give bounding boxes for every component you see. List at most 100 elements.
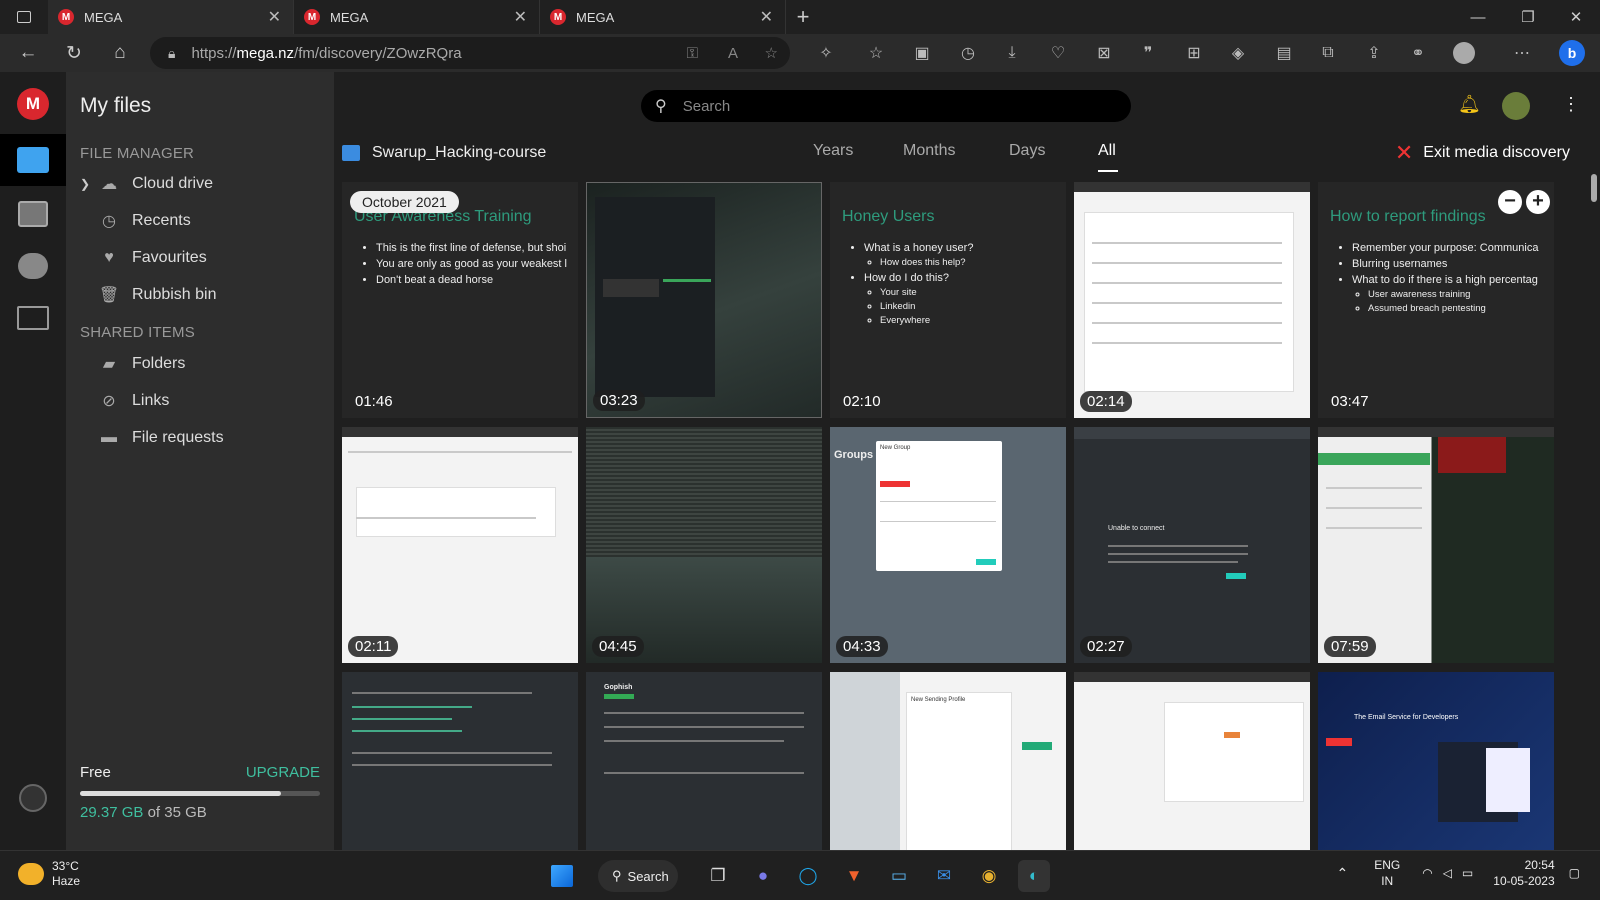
mail-icon[interactable]: ✉ [928,860,960,892]
teams-chat-icon[interactable]: ● [747,860,779,892]
close-tab-icon[interactable]: ✕ [514,7,527,27]
chevron-right-icon[interactable]: ❯ [80,177,90,191]
downloads-icon[interactable]: ⤓ [992,34,1032,72]
zoom-out-button[interactable]: − [1498,190,1522,214]
taskbar-search[interactable]: ⚲ Search [598,860,678,892]
profile-avatar[interactable] [1444,34,1484,72]
clock[interactable]: 20:54 10-05-2023 [1493,857,1554,889]
sidebar-item-folders[interactable]: ▰ Folders [98,350,186,378]
weather-widget[interactable]: 33°C Haze [18,859,80,889]
media-tile[interactable] [1074,672,1310,850]
tab-all[interactable]: All [1098,142,1116,160]
workspace-icon[interactable]: ⚭ [1398,34,1438,72]
account-button[interactable] [0,772,66,824]
tab-days[interactable]: Days [1009,142,1045,160]
apps-icon[interactable]: ⊞ [1174,34,1214,72]
media-tile[interactable]: Groups New Group 04:33 [830,427,1066,663]
browser-tab-1[interactable]: M MEGA ✕ [48,0,294,34]
shield-icon[interactable]: ◈ [1218,34,1258,72]
extensions-icon[interactable]: ✧ [806,34,846,72]
media-tile[interactable]: 07:59 [1318,427,1554,663]
sub-bullet: Everywhere [880,315,1056,326]
media-tile[interactable]: Gophish [586,672,822,850]
media-tile[interactable] [342,672,578,850]
start-icon[interactable] [546,860,578,892]
close-tab-icon[interactable]: ✕ [760,7,773,27]
scrollbar-thumb[interactable] [1591,174,1597,202]
chevron-up-icon[interactable]: ⌃ [1336,865,1348,882]
user-avatar[interactable] [1502,92,1530,120]
computer-icon[interactable]: ▭ [883,860,915,892]
sidebar-item-rubbish-bin[interactable]: 🗑︎ Rubbish bin [98,281,217,309]
volume-icon[interactable]: ◁ [1443,866,1452,880]
chat-nav-button[interactable] [0,240,66,292]
language-indicator[interactable]: ENG IN [1374,857,1400,889]
media-tile[interactable]: New Sending Profile [830,672,1066,850]
exit-media-discovery-button[interactable]: ✕ Exit media discovery [1395,140,1570,166]
browser-tab-2[interactable]: M MEGA ✕ [294,0,540,34]
close-window-button[interactable]: ✕ [1552,0,1600,34]
brave-browser-icon[interactable]: ▼ [838,860,870,892]
wifi-icon[interactable]: ◠ [1422,866,1432,880]
address-bar[interactable]: 🔒︎ https://mega.nz/fm/discovery/ZOwzRQra… [150,37,790,69]
more-menu-icon[interactable]: ⋮ [1562,94,1580,115]
media-tile[interactable]: 02:14 [1074,182,1310,418]
read-aloud-icon[interactable]: A [728,45,738,62]
bullet: How do I do this? Your site Linkedin Eve… [864,272,1056,326]
collections-icon[interactable]: ▣ [902,34,942,72]
task-view-icon[interactable]: ❐ [702,860,734,892]
tab-years[interactable]: Years [813,142,853,160]
new-tab-button[interactable]: + [786,0,820,34]
browser-essentials-icon[interactable]: ♡ [1038,34,1078,72]
media-tile[interactable]: Honey Users What is a honey user? How do… [830,182,1066,418]
bing-chat-icon[interactable]: b [1552,34,1592,72]
media-tile[interactable]: How to report findings Remember your pur… [1318,182,1554,418]
zoom-in-button[interactable]: + [1526,190,1550,214]
edge-icon[interactable]: ◐ [1018,860,1050,892]
sidebar-item-cloud-drive[interactable]: ❯ ☁ Cloud drive [80,170,213,198]
close-icon: ✕ [1394,140,1414,165]
media-tile[interactable]: 04:45 [586,427,822,663]
notifications-icon[interactable]: ▢ [1569,866,1580,880]
restore-button[interactable]: ❐ [1504,0,1552,34]
sidebar-item-file-requests[interactable]: ▬ File requests [98,424,224,452]
devices-nav-button[interactable] [0,292,66,344]
duration-badge: 04:33 [836,636,888,657]
photos-nav-button[interactable] [0,188,66,240]
browser-tab-3[interactable]: M MEGA ✕ [540,0,786,34]
mega-logo[interactable]: M [0,78,66,130]
tab-months[interactable]: Months [903,142,955,160]
history-icon[interactable]: ◷ [948,34,988,72]
notification-bell-icon[interactable]: 🔔︎ [1458,94,1481,115]
tab-actions-button[interactable] [0,0,48,34]
split-screen-icon[interactable]: ⧉ [1308,34,1348,72]
add-favourite-icon[interactable]: ☆ [765,44,778,62]
upgrade-button[interactable]: UPGRADE [246,764,320,781]
sidebar-item-favourites[interactable]: ♥ Favourites [98,244,206,272]
back-icon[interactable]: ← [6,34,50,72]
cortana-icon[interactable]: ◯ [792,860,824,892]
home-icon[interactable]: ⌂ [98,34,142,72]
battery-icon[interactable]: ▭ [1462,866,1473,880]
key-icon[interactable]: ⚿ [687,45,698,62]
media-tile[interactable]: Unable to connect 02:27 [1074,427,1310,663]
share-icon[interactable]: ⇪ [1354,34,1394,72]
search-input[interactable]: ⚲ Search [641,90,1131,122]
cloud-drive-nav-button[interactable] [0,134,66,186]
math-solver-icon[interactable]: ⊠ [1084,34,1124,72]
sidebar-item-recents[interactable]: ◷ Recents [98,207,191,235]
refresh-icon[interactable]: ↻ [52,34,96,72]
chrome-icon[interactable]: ◉ [973,860,1005,892]
folder-name[interactable]: Swarup_Hacking-course [372,144,546,162]
close-tab-icon[interactable]: ✕ [268,7,281,27]
quote-icon[interactable]: ❞ [1128,34,1168,72]
media-tile[interactable]: The Email Service for Developers [1318,672,1554,850]
favourites-icon[interactable]: ☆ [856,34,896,72]
screenshot-icon[interactable]: ▤ [1264,34,1304,72]
minimize-button[interactable]: — [1454,0,1502,34]
more-icon[interactable]: ⋯ [1502,34,1542,72]
media-tile[interactable]: 03:23 [586,182,822,418]
sidebar-item-links[interactable]: ⊘ Links [98,387,169,415]
media-tile[interactable]: 02:11 [342,427,578,663]
media-tile[interactable]: User Awareness Training This is the firs… [342,182,578,418]
